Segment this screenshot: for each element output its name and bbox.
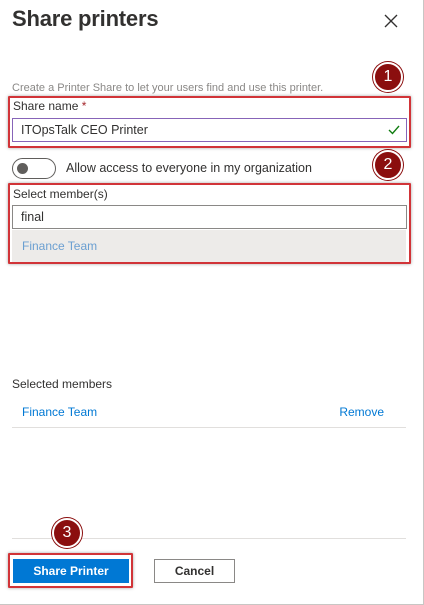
panel-description: Create a Printer Share to let your users… bbox=[12, 82, 324, 94]
select-members-input[interactable]: final bbox=[12, 205, 407, 229]
selected-member-name[interactable]: Finance Team bbox=[22, 405, 97, 419]
share-name-value: ITOpsTalk CEO Printer bbox=[21, 123, 148, 137]
share-printer-button[interactable]: Share Printer bbox=[13, 559, 129, 583]
share-name-label-text: Share name bbox=[13, 99, 79, 113]
select-members-label: Select member(s) bbox=[13, 187, 108, 201]
selected-members-label: Selected members bbox=[12, 377, 113, 391]
cancel-button[interactable]: Cancel bbox=[154, 559, 235, 583]
annotation-badge-1: 1 bbox=[373, 62, 403, 92]
annotation-badge-3: 3 bbox=[52, 518, 82, 548]
annotation-badge-2: 2 bbox=[373, 150, 403, 180]
allow-everyone-toggle[interactable] bbox=[12, 158, 56, 179]
toggle-knob bbox=[17, 163, 28, 174]
share-name-input[interactable]: ITOpsTalk CEO Printer bbox=[12, 118, 407, 142]
close-icon[interactable] bbox=[381, 11, 401, 31]
allow-everyone-label: Allow access to everyone in my organizat… bbox=[66, 161, 312, 175]
checkmark-icon bbox=[388, 125, 400, 135]
selected-member-row: Finance Team Remove bbox=[12, 396, 406, 428]
share-name-label: Share name * bbox=[13, 99, 86, 113]
member-suggestion[interactable]: Finance Team bbox=[12, 230, 406, 262]
panel-title: Share printers bbox=[12, 6, 159, 31]
share-printers-panel: Share printers Create a Printer Share to… bbox=[0, 0, 424, 605]
remove-member-link[interactable]: Remove bbox=[339, 405, 384, 419]
select-members-value: final bbox=[21, 210, 44, 224]
required-marker: * bbox=[81, 99, 87, 113]
